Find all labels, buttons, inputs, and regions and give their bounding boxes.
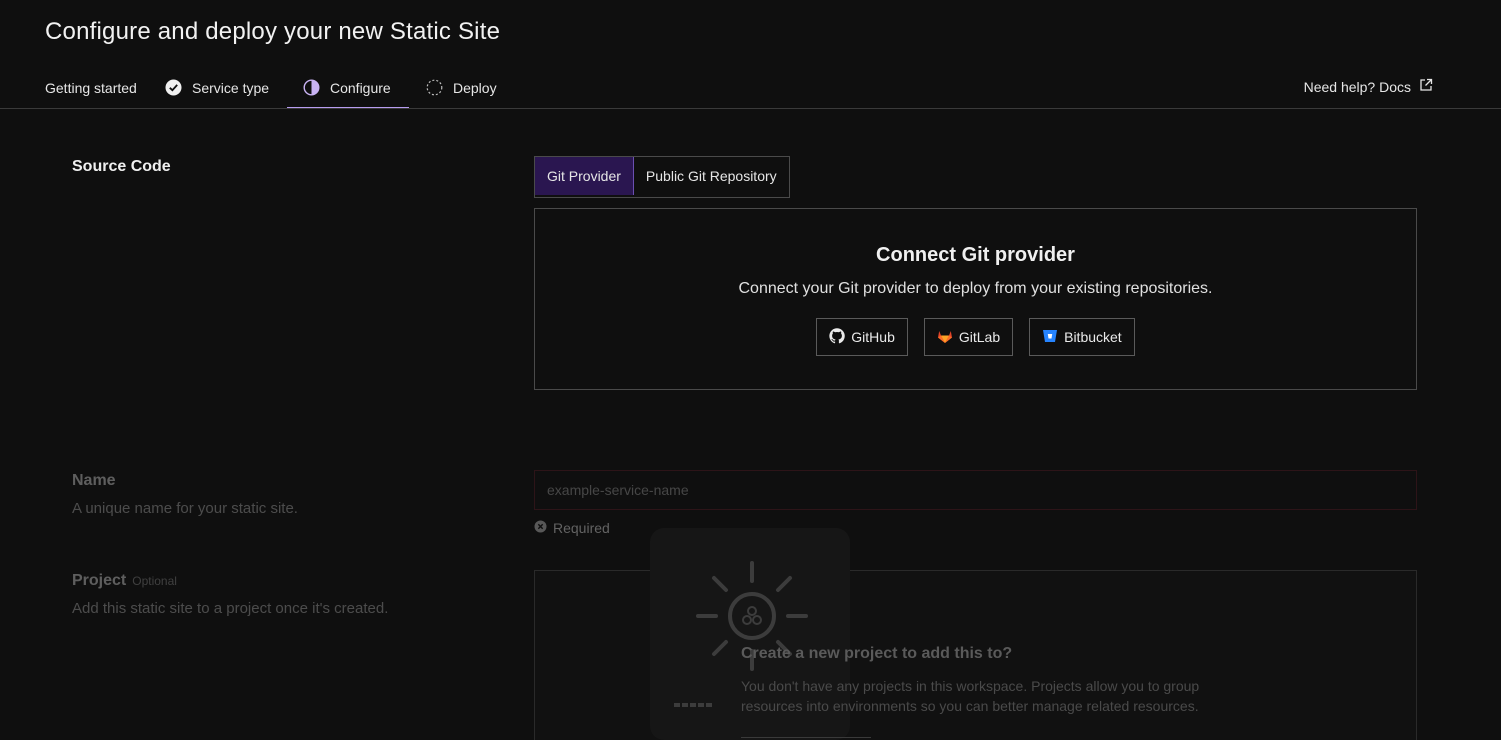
error-text: Required: [553, 520, 610, 536]
project-label: Project Optional: [72, 572, 177, 590]
step-label: Deploy: [453, 79, 497, 96]
github-label: GitHub: [851, 329, 895, 345]
project-label-text: Project: [72, 572, 127, 589]
name-label: Name: [72, 472, 116, 489]
gitlab-icon: [937, 328, 953, 347]
step-deploy[interactable]: Deploy: [426, 68, 497, 107]
bitbucket-button[interactable]: Bitbucket: [1029, 318, 1135, 356]
step-configure[interactable]: Configure: [287, 68, 409, 108]
gitlab-label: GitLab: [958, 329, 1001, 345]
source-code-label: Source Code: [72, 158, 171, 175]
help-docs-link[interactable]: Need help? Docs: [1304, 78, 1433, 95]
tab-public-git-repository[interactable]: Public Git Repository: [634, 157, 789, 195]
provider-buttons: GitHub GitLab Bitbucket: [535, 318, 1416, 356]
step-getting-started[interactable]: Getting started: [45, 68, 137, 107]
project-empty-description: You don't have any projects in this work…: [741, 678, 1200, 714]
help-label: Need help? Docs: [1303, 78, 1411, 95]
bitbucket-label: Bitbucket: [1064, 329, 1122, 345]
github-icon: [829, 327, 846, 347]
connect-subtitle: Connect your Git provider to deploy from…: [738, 280, 1213, 297]
step-label: Getting started: [45, 79, 137, 96]
project-description: Add this static site to a project once i…: [72, 600, 389, 617]
connect-title: Connect Git provider: [876, 244, 1075, 266]
step-label: Configure: [330, 79, 391, 96]
error-x-icon: [534, 520, 547, 536]
source-type-toggle: Git Provider Public Git Repository: [534, 156, 790, 198]
connect-git-provider-panel: Connect Git provider Connect your Git pr…: [534, 208, 1417, 390]
project-empty-title: Create a new project to add this to?: [741, 645, 1013, 662]
dashed-circle-icon: [426, 79, 443, 96]
check-circle-icon: [165, 79, 182, 96]
half-circle-icon: [303, 79, 320, 96]
tab-git-provider[interactable]: Git Provider: [535, 157, 634, 195]
page-title: Configure and deploy your new Static Sit…: [45, 18, 501, 45]
optional-tag: Optional: [132, 574, 177, 588]
step-service-type[interactable]: Service type: [165, 68, 269, 107]
page: Configure and deploy your new Static Sit…: [0, 0, 1501, 740]
name-description: A unique name for your static site.: [72, 500, 298, 517]
progress-steps: Getting started Service type Configure D…: [0, 68, 1501, 109]
step-label: Service type: [192, 79, 270, 96]
name-error: Required: [534, 520, 610, 536]
github-button[interactable]: GitHub: [816, 318, 908, 356]
service-name-input[interactable]: [534, 470, 1417, 510]
bitbucket-icon: [1042, 328, 1058, 347]
external-link-icon: [1419, 78, 1433, 95]
gitlab-button[interactable]: GitLab: [923, 318, 1014, 356]
